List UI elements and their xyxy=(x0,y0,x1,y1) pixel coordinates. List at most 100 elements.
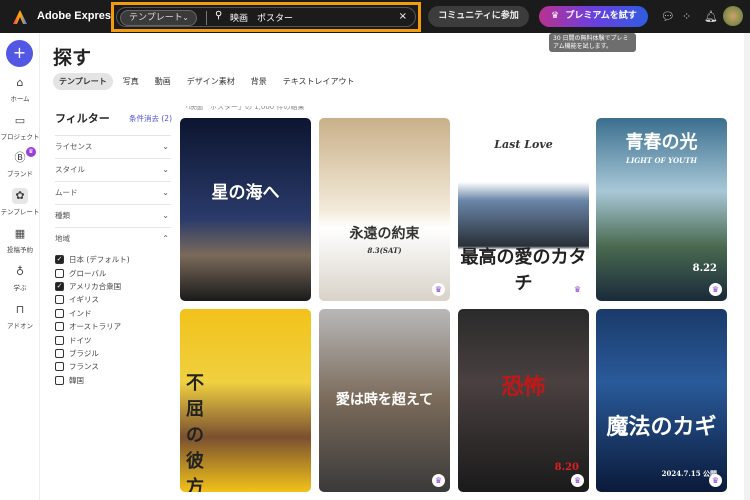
try-premium-button[interactable]: ♛ プレミアムを試す xyxy=(539,6,648,27)
checkbox[interactable] xyxy=(55,295,64,305)
region-checkbox[interactable]: インド xyxy=(55,307,130,320)
template-title: 星の海へ xyxy=(211,183,280,203)
region-checkbox[interactable]: イギリス xyxy=(55,293,130,306)
checkbox[interactable]: ✓ xyxy=(55,255,64,265)
rail-label: 学ぶ xyxy=(13,284,27,292)
rail-label: ブランド xyxy=(7,170,33,178)
top-bar: Adobe Express テンプレート ⌄ ⚲ 映画 ポスター × コミュニティ… xyxy=(0,0,750,33)
template-card[interactable]: 愛は時を超えて ♛ xyxy=(319,309,450,492)
rail-item-home[interactable]: ⌂ ホーム xyxy=(0,75,40,103)
template-title: 恐怖 xyxy=(501,374,546,400)
premium-label: プレミアムを試す xyxy=(565,11,637,21)
create-button[interactable]: + xyxy=(6,40,33,67)
tab-videos[interactable]: 動画 xyxy=(149,73,177,90)
template-card[interactable]: 青春の光 LIGHT OF YOUTH 8.22 ♛ xyxy=(596,118,727,301)
checkbox[interactable] xyxy=(55,362,64,372)
join-community-button[interactable]: コミュニティに参加 xyxy=(428,6,529,27)
template-card[interactable]: 最高の愛のカタチ Last Love ♛ xyxy=(458,118,589,301)
region-checkbox[interactable]: グローバル xyxy=(55,266,130,279)
apps-grid-icon[interactable]: ⁘ xyxy=(682,10,691,23)
checkbox[interactable]: ✓ xyxy=(55,281,64,291)
region-checkbox[interactable]: ✓ 日本 (デフォルト) xyxy=(55,253,130,266)
template-subtitle: LIGHT OF YOUTH xyxy=(626,156,697,165)
lightbulb-icon: ♁ xyxy=(15,265,25,278)
rail-label: アドオン xyxy=(7,322,33,330)
tab-design-assets[interactable]: デザイン素材 xyxy=(181,73,241,90)
filter-title: フィルター xyxy=(55,112,110,125)
checkbox-label: オーストラリア xyxy=(69,322,122,332)
region-checkbox[interactable]: ドイツ xyxy=(55,333,130,346)
tab-photos[interactable]: 写真 xyxy=(117,73,145,90)
bell-icon[interactable]: 🔔︎ xyxy=(704,10,718,23)
region-checkbox[interactable]: フランス xyxy=(55,360,130,373)
rail-label: ホーム xyxy=(10,95,30,103)
clear-search-icon[interactable]: × xyxy=(399,11,407,22)
rail-item-learn[interactable]: ♁ 学ぶ xyxy=(0,264,40,292)
facet-type[interactable]: 種類 ⌄ xyxy=(55,204,171,227)
rail-label: プロジェクト xyxy=(0,133,40,141)
template-card[interactable]: 不屈の彼方 xyxy=(180,309,311,492)
premium-tooltip: 30 日間の無料体験でプレミアム機能を試します。 xyxy=(549,33,636,52)
template-subtitle: Last Love xyxy=(494,138,553,151)
search-input[interactable]: 映画 ポスター xyxy=(230,11,293,24)
template-title: 魔法のカギ xyxy=(606,414,717,440)
premium-crown-icon: ♛ xyxy=(571,283,584,296)
facet-style[interactable]: スタイル ⌄ xyxy=(55,158,171,181)
app-name: Adobe Express xyxy=(37,10,118,22)
template-date: 8.22 xyxy=(692,263,717,274)
page-title: 探す xyxy=(53,47,92,69)
rail-item-addons[interactable]: ⊓ アドオン xyxy=(0,302,40,330)
tab-backgrounds[interactable]: 背景 xyxy=(245,73,273,90)
rail-item-schedule[interactable]: ▦ 投稿予約 xyxy=(0,226,40,254)
checkbox[interactable] xyxy=(55,268,64,278)
search-icon: ⚲ xyxy=(215,10,223,21)
checkbox[interactable] xyxy=(55,308,64,318)
region-checkbox-list: ✓ 日本 (デフォルト) グローバル ✓ アメリカ合衆国 イギリス インド オーストラリア ドイ… xyxy=(55,253,130,387)
template-card[interactable]: 恐怖 8.20 ♛ xyxy=(458,309,589,492)
search-bar: テンプレート ⌄ ⚲ 映画 ポスター × xyxy=(111,2,421,32)
checkbox[interactable] xyxy=(55,335,64,345)
rail-item-templates[interactable]: ✿ テンプレート xyxy=(0,188,40,216)
template-title: 不屈の彼方 xyxy=(186,373,204,492)
content-tabs: テンプレート 写真 動画 デザイン素材 背景 テキストレイアウト xyxy=(53,73,361,90)
chat-icon[interactable]: 💬︎ xyxy=(661,10,675,23)
checkbox-label: 韓国 xyxy=(69,375,84,385)
facet-mood[interactable]: ムード ⌄ xyxy=(55,181,171,204)
chevron-down-icon: ⌄ xyxy=(162,211,169,220)
search-scope-dropdown[interactable]: テンプレート ⌄ xyxy=(120,10,197,26)
checkbox[interactable] xyxy=(55,322,64,332)
region-checkbox[interactable]: 韓国 xyxy=(55,374,130,387)
home-icon: ⌂ xyxy=(16,76,24,89)
checkbox[interactable] xyxy=(55,348,64,358)
template-card[interactable]: 魔法のカギ 2024.7.15 公開 ♛ xyxy=(596,309,727,492)
facet-label: スタイル xyxy=(55,165,85,174)
facet-license[interactable]: ライセンス ⌄ xyxy=(55,135,171,158)
tab-templates[interactable]: テンプレート xyxy=(53,73,113,90)
template-card[interactable]: 永遠の約束 8.3(SAT) ♛ xyxy=(319,118,450,301)
region-checkbox[interactable]: ✓ アメリカ合衆国 xyxy=(55,280,130,293)
folder-icon: ▭ xyxy=(14,114,26,127)
facet-label: 地域 xyxy=(55,234,70,243)
template-icon: ✿ xyxy=(12,188,28,204)
facet-label: ライセンス xyxy=(55,142,93,151)
template-date: 8.20 xyxy=(554,462,579,473)
facet-region[interactable]: 地域 ⌃ xyxy=(55,227,171,250)
scrollbar[interactable] xyxy=(744,33,750,500)
adobe-express-logo[interactable] xyxy=(12,9,28,25)
premium-crown-icon: ♛ xyxy=(709,474,722,487)
checkbox-label: 日本 (デフォルト) xyxy=(69,255,130,265)
template-card[interactable]: 星の海へ xyxy=(180,118,311,301)
avatar[interactable] xyxy=(723,6,743,26)
checkbox[interactable] xyxy=(55,375,64,385)
template-subtitle: 8.3(SAT) xyxy=(367,246,402,255)
premium-crown-icon: ♛ xyxy=(432,283,445,296)
facet-label: 種類 xyxy=(55,211,70,220)
checkbox-label: アメリカ合衆国 xyxy=(69,281,122,291)
clear-filters-link[interactable]: 条件消去 (2) xyxy=(129,113,172,124)
tab-text-layouts[interactable]: テキストレイアウト xyxy=(277,73,361,90)
region-checkbox[interactable]: ブラジル xyxy=(55,347,130,360)
rail-item-projects[interactable]: ▭ プロジェクト xyxy=(0,113,40,141)
calendar-icon: ▦ xyxy=(14,227,26,240)
checkbox-label: フランス xyxy=(69,362,99,372)
region-checkbox[interactable]: オーストラリア xyxy=(55,320,130,333)
